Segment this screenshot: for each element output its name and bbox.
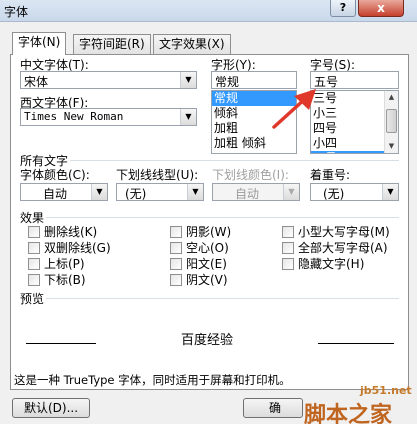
title-bar: 字体 ? x xyxy=(0,0,417,22)
watermark-site: jb51.net xyxy=(360,384,412,397)
checkbox-label: 删除线(K) xyxy=(44,225,98,239)
scroll-thumb[interactable] xyxy=(386,109,397,133)
preview-sample-text: 百度经验 xyxy=(181,333,234,348)
emphasis-mark-select[interactable]: (无) ▼ xyxy=(310,183,399,201)
default-button[interactable]: 默认(D)... xyxy=(12,398,90,418)
underline-color-label: 下划线颜色(I): xyxy=(212,168,289,182)
scrollbar[interactable]: ▲ ▼ xyxy=(384,91,398,153)
western-font-value: Times New Roman xyxy=(24,110,124,123)
scroll-down-icon[interactable]: ▼ xyxy=(385,140,398,153)
list-item[interactable]: 加粗 倾斜 xyxy=(212,136,296,151)
chinese-font-select[interactable]: 宋体 ▼ xyxy=(20,71,197,89)
section-divider xyxy=(70,160,399,161)
list-item[interactable]: 五号 xyxy=(311,151,386,153)
chevron-down-icon[interactable]: ▼ xyxy=(180,72,196,88)
checkbox-label: 阴文(V) xyxy=(186,273,228,287)
checkbox-box[interactable] xyxy=(170,258,182,270)
effects-section-label: 效果 xyxy=(20,211,45,225)
preview-baseline-right xyxy=(318,343,394,344)
tab-character-spacing[interactable]: 字符间距(R) xyxy=(73,34,151,54)
underline-style-value: (无) xyxy=(125,187,147,201)
ok-button[interactable]: 确 xyxy=(243,398,303,418)
watermark-brand: 脚本之家 xyxy=(304,403,393,424)
underline-style-select[interactable]: (无) ▼ xyxy=(116,183,204,201)
chevron-down-icon: ▼ xyxy=(283,184,299,200)
font-style-value: 常规 xyxy=(215,75,240,89)
font-color-value: 自动 xyxy=(43,187,68,201)
checkbox-box[interactable] xyxy=(282,242,294,254)
checkbox-label: 隐藏文字(H) xyxy=(298,257,365,271)
preview-baseline-left xyxy=(26,343,96,344)
chevron-down-icon[interactable]: ▼ xyxy=(187,184,203,200)
font-description: 这是一种 TrueType 字体，同时适用于屏幕和打印机。 xyxy=(14,373,291,387)
scroll-up-icon[interactable]: ▲ xyxy=(385,91,398,104)
checkbox-box[interactable] xyxy=(28,258,40,270)
checkbox-label: 双删除线(G) xyxy=(44,241,111,255)
preview-section-label: 预览 xyxy=(20,292,45,306)
checkbox-box[interactable] xyxy=(282,258,294,270)
checkbox-box[interactable] xyxy=(170,274,182,286)
chinese-font-value: 宋体 xyxy=(24,75,49,89)
underline-color-select: 自动 ▼ xyxy=(212,183,300,201)
section-divider xyxy=(46,298,399,299)
emphasis-mark-value: (无) xyxy=(323,187,345,201)
checkbox-label: 阴影(W) xyxy=(186,225,232,239)
underline-style-label: 下划线线型(U): xyxy=(116,168,199,182)
window-title: 字体 xyxy=(4,5,29,19)
font-size-list[interactable]: 三号 小三 四号 小四 五号 ▲ ▼ xyxy=(310,90,399,154)
font-color-label: 字体颜色(C): xyxy=(20,168,90,182)
checkbox-label: 下标(B) xyxy=(44,273,86,287)
tab-font[interactable]: 字体(N) xyxy=(12,32,67,55)
close-button[interactable]: x xyxy=(358,0,404,17)
checkbox-label: 空心(O) xyxy=(186,241,229,255)
chevron-down-icon[interactable]: ▼ xyxy=(91,184,107,200)
checkbox-box[interactable] xyxy=(28,274,40,286)
checkbox-box[interactable] xyxy=(28,242,40,254)
western-font-select[interactable]: Times New Roman ▼ xyxy=(20,108,197,126)
emphasis-mark-label: 着重号: xyxy=(310,168,351,182)
font-size-input[interactable]: 五号 xyxy=(310,71,399,89)
help-button[interactable]: ? xyxy=(330,0,356,17)
checkbox-box[interactable] xyxy=(28,226,40,238)
chevron-down-icon[interactable]: ▼ xyxy=(382,184,398,200)
checkbox-box[interactable] xyxy=(170,226,182,238)
checkbox-label: 上标(P) xyxy=(44,257,85,271)
checkbox-label: 阳文(E) xyxy=(186,257,227,271)
underline-color-value: 自动 xyxy=(235,187,260,201)
checkbox-box[interactable] xyxy=(170,242,182,254)
font-color-select[interactable]: 自动 ▼ xyxy=(20,183,108,201)
checkbox-label: 小型大写字母(M) xyxy=(298,225,390,239)
checkbox-box[interactable] xyxy=(282,226,294,238)
chevron-down-icon[interactable]: ▼ xyxy=(180,109,196,125)
section-divider xyxy=(46,217,399,218)
checkbox-label: 全部大写字母(A) xyxy=(298,241,388,255)
annotation-arrow-icon xyxy=(272,89,316,129)
tab-text-effects[interactable]: 文字效果(X) xyxy=(153,34,231,54)
